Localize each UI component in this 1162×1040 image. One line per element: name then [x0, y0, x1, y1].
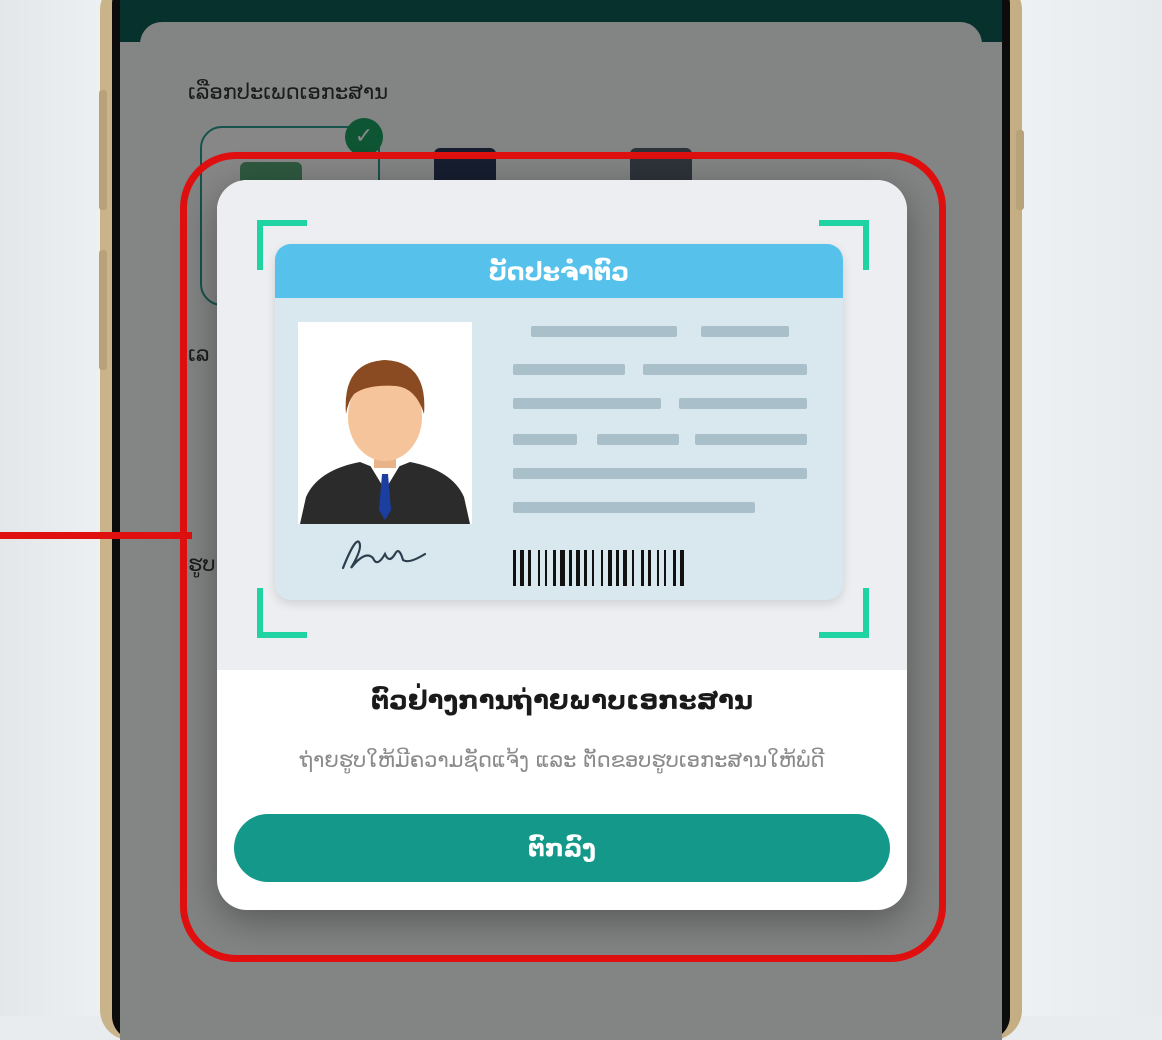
id-card-illustration: ບັດປະຈຳຕົວ [275, 244, 843, 600]
card-text-line [513, 502, 755, 513]
card-text-line [513, 398, 661, 409]
background-left [0, 0, 108, 1016]
barcode-icon [513, 550, 684, 586]
card-text-line [513, 468, 807, 479]
card-text-line [513, 434, 577, 445]
dialog-title: ຕົວຢ່າງການຖ່າຍພາບເອກະສານ [371, 686, 753, 716]
phone-volume-button [99, 250, 107, 370]
card-text-line [513, 364, 625, 375]
ok-button[interactable]: ຕົກລົງ [234, 814, 890, 882]
id-card-title: ບັດປະຈຳຕົວ [275, 244, 843, 298]
card-text-line [531, 326, 677, 337]
person-avatar-icon [298, 322, 472, 524]
callout-connector-line [0, 532, 192, 539]
card-text-line [695, 434, 807, 445]
card-text-line [679, 398, 807, 409]
phone-volume-button [99, 90, 107, 210]
phone-power-button [1016, 130, 1024, 210]
card-text-line [597, 434, 679, 445]
signature-illustration [341, 540, 427, 570]
card-text-line [643, 364, 807, 375]
card-text-line [701, 326, 789, 337]
photo-example-dialog: ບັດປະຈຳຕົວ ຕົວຢ່າງການຖ່າຍພາບເອກະສານ ຖ່າຍ… [217, 180, 907, 910]
background-right [1020, 0, 1162, 1016]
dialog-subtitle: ຖ່າຍຮູບໃຫ້ມີຄວາມຊັດແຈ້ງ ແລະ ຕັດຂອບຮູບເອກ… [299, 748, 825, 772]
